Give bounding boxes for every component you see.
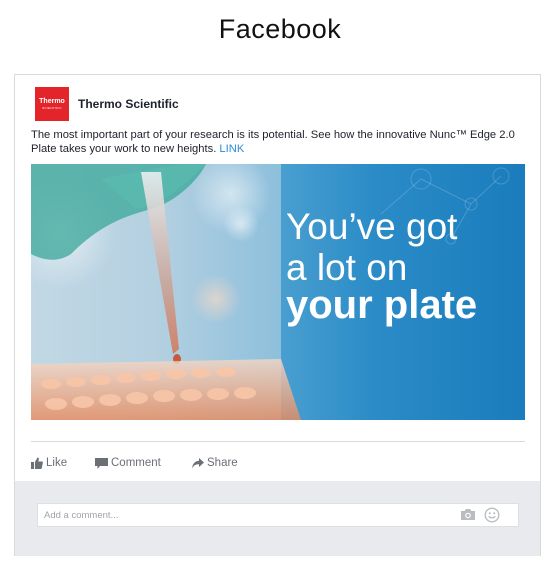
smiley-icon[interactable]: [484, 507, 500, 523]
comment-label: Comment: [111, 457, 161, 469]
comment-input[interactable]: [38, 504, 458, 526]
brand-logo[interactable]: Thermo SCIENTIFIC: [35, 87, 69, 121]
post-image[interactable]: You’ve got a lot on your plate: [31, 164, 525, 420]
post-text: The most important part of your research…: [31, 128, 531, 156]
post-header: Thermo SCIENTIFIC Thermo Scientific: [35, 87, 179, 121]
logo-subtext: SCIENTIFIC: [42, 106, 62, 110]
brand-name[interactable]: Thermo Scientific: [78, 97, 179, 111]
page-title: Facebook: [218, 14, 342, 44]
share-arrow-icon: [192, 457, 204, 468]
logo-wordmark: Thermo: [39, 98, 65, 105]
post-link[interactable]: LINK: [219, 143, 244, 155]
image-headline-line-3: your plate: [286, 283, 478, 327]
share-button[interactable]: Share: [192, 457, 238, 469]
comment-section: [15, 481, 540, 556]
actions-divider: [31, 441, 525, 442]
image-headline-line-1: You’ve got: [286, 206, 458, 247]
comment-bubble-icon: [95, 457, 108, 469]
facebook-post-card: Thermo SCIENTIFIC Thermo Scientific The …: [14, 74, 541, 556]
comment-button[interactable]: Comment: [95, 457, 192, 469]
share-label: Share: [207, 457, 238, 469]
thumbs-up-icon: [31, 457, 43, 469]
post-body: The most important part of your research…: [31, 129, 515, 155]
comment-box: [37, 503, 519, 527]
post-actions: Like Comment Share: [31, 455, 238, 471]
like-label: Like: [46, 457, 68, 469]
like-button[interactable]: Like: [31, 457, 95, 469]
camera-icon[interactable]: [460, 508, 476, 521]
